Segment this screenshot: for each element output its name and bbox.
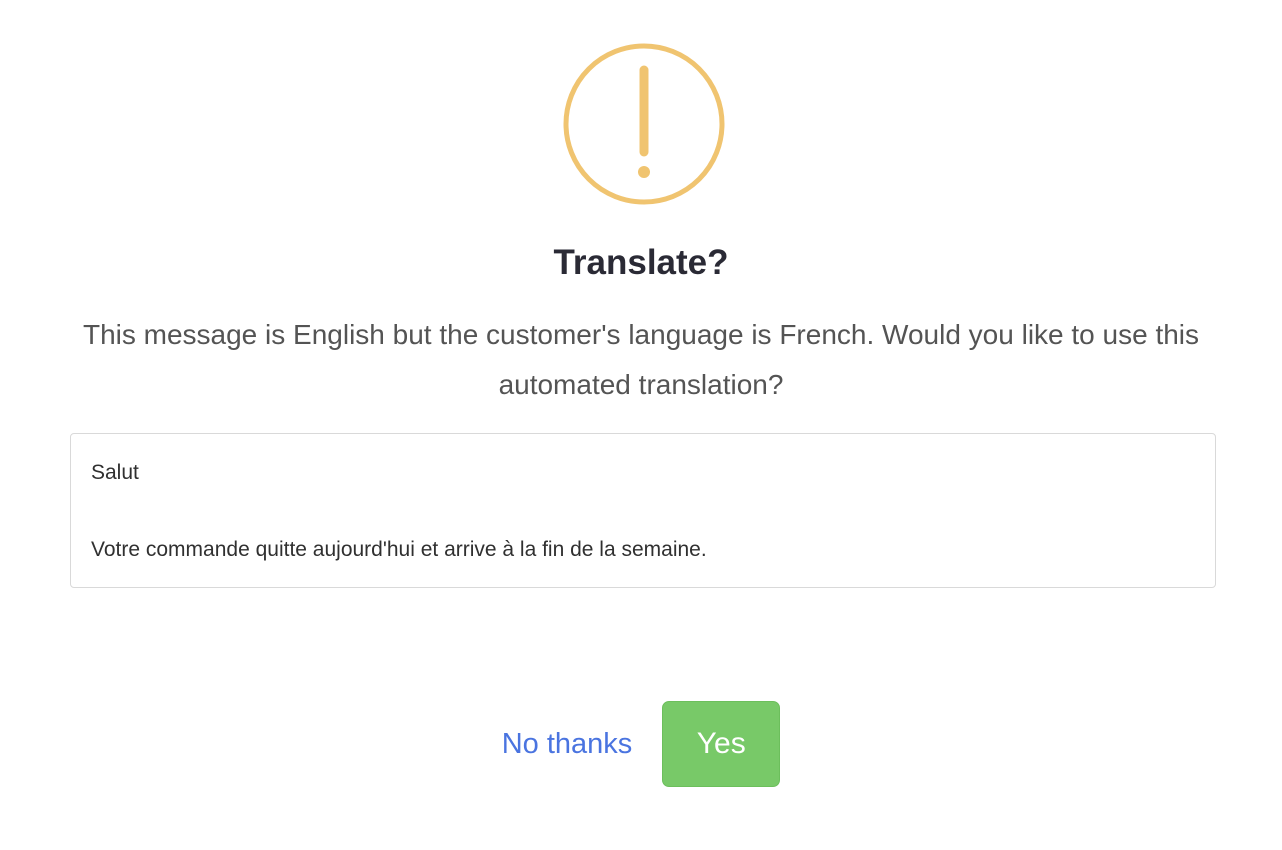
translate-dialog: Translate? This message is English but t… xyxy=(0,0,1282,850)
dialog-title: Translate? xyxy=(553,243,729,282)
no-thanks-button[interactable]: No thanks xyxy=(502,728,633,761)
translation-preview: Salut Votre commande quitte aujourd'hui … xyxy=(70,433,1216,588)
dialog-message: This message is English but the customer… xyxy=(82,319,1200,400)
translation-greeting: Salut xyxy=(91,461,139,484)
translation-body: Votre commande quitte aujourd'hui et arr… xyxy=(91,538,707,561)
dialog-actions: No thanks Yes xyxy=(0,700,1282,788)
yes-button[interactable]: Yes xyxy=(662,701,781,787)
warning-icon xyxy=(563,43,725,205)
